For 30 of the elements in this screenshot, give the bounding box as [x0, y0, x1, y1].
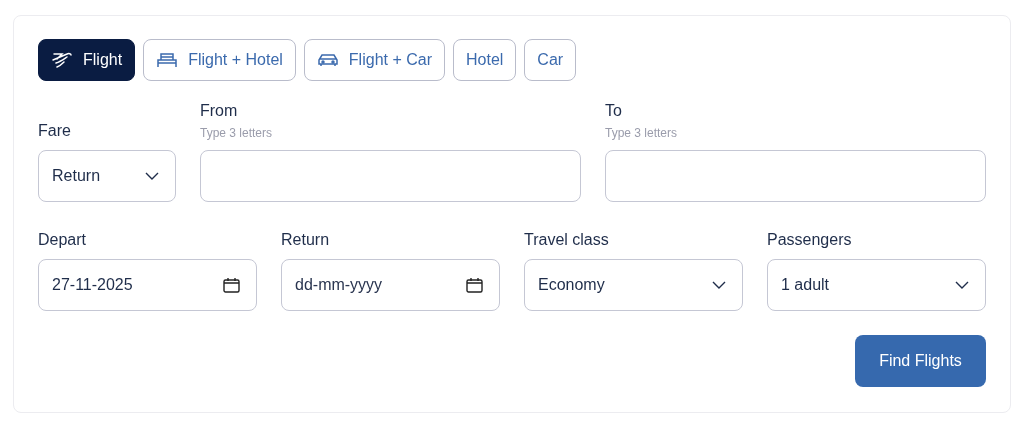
field-label: To: [605, 101, 623, 121]
date-field[interactable]: 27-11-2025: [38, 259, 257, 311]
select-field[interactable]: Economy: [524, 259, 743, 311]
select-field[interactable]: 1 adult: [767, 259, 986, 311]
field-label: Return: [281, 230, 331, 250]
hint-text: Type 3 letters: [605, 126, 679, 141]
tab[interactable]: Flight: [38, 39, 136, 81]
tab[interactable]: Car: [524, 39, 577, 81]
field-label: Passengers: [767, 230, 853, 250]
field-label: Travel class: [524, 230, 610, 250]
hint-text: Type 3 letters: [200, 126, 274, 141]
input-field[interactable]: [200, 150, 581, 202]
chevron-down-icon: [145, 172, 159, 180]
car-icon: [316, 52, 339, 68]
bed-icon: [156, 52, 179, 68]
tab[interactable]: Flight + Car: [303, 39, 445, 81]
field-label: Depart: [38, 230, 88, 250]
calendar-icon: [223, 277, 240, 293]
plane-icon: [51, 51, 73, 69]
input-field[interactable]: [605, 150, 986, 202]
tab[interactable]: Hotel: [453, 39, 517, 81]
find-flights-button[interactable]: Find Flights: [855, 335, 986, 387]
select-field[interactable]: Return: [38, 150, 176, 202]
date-field[interactable]: dd-mm-yyyy: [281, 259, 500, 311]
tab[interactable]: Flight + Hotel: [143, 39, 296, 81]
field-label: Fare: [38, 121, 72, 141]
calendar-icon: [466, 277, 483, 293]
field-label: From: [200, 101, 239, 121]
chevron-down-icon: [955, 281, 969, 289]
chevron-down-icon: [712, 281, 726, 289]
